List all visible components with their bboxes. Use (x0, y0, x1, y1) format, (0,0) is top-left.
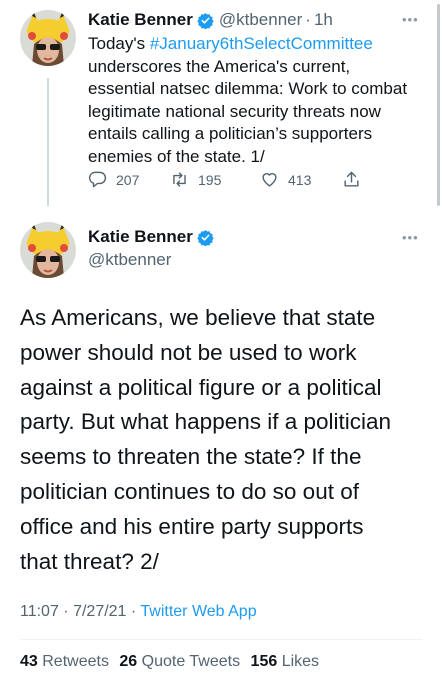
tweet1-actions: 207 195 413 (88, 170, 378, 192)
tweet-line: underscores the America's current, (88, 56, 351, 76)
tweet-line: power should not be used to work (20, 339, 357, 365)
tweet-line: As Americans, we believe that state (20, 305, 376, 330)
avatar[interactable] (20, 222, 76, 278)
avatar-image (20, 222, 76, 278)
reply-icon (88, 171, 107, 188)
tweet-time[interactable]: 1h (314, 10, 333, 30)
likes-label: Likes (281, 653, 320, 670)
author-name[interactable]: Katie Benner (88, 10, 193, 30)
share-button[interactable] (342, 170, 370, 189)
likes-count: 156 (250, 653, 278, 670)
tweet-line: against a political figure or a politica… (20, 374, 382, 400)
avatar[interactable] (20, 10, 76, 66)
author-handle[interactable]: @ktbenner (88, 250, 171, 270)
more-options-icon[interactable]: ••• (402, 12, 419, 27)
quotes-count: 26 (119, 653, 138, 670)
author-name[interactable]: Katie Benner (88, 227, 193, 247)
verified-badge-icon (197, 229, 214, 246)
more-options-icon[interactable]: ••• (402, 230, 419, 245)
retweets-count: 43 (20, 653, 38, 670)
avatar-image (20, 10, 76, 66)
reply-count: 207 (116, 171, 140, 188)
author-handle[interactable]: @ktbenner (219, 10, 302, 30)
tweet-line: Today's #January6thSelectCommittee (88, 34, 373, 53)
scrollbar[interactable] (437, 4, 440, 206)
like-icon (262, 173, 277, 187)
reply-button[interactable]: 207 (88, 170, 139, 189)
retweet-icon (173, 172, 186, 187)
timestamp[interactable]: 11:07 · 7/27/21 · (20, 603, 140, 620)
tweet-line: office and his entire party supports (20, 513, 364, 539)
retweets-stat[interactable]: 43 Retweets (20, 653, 109, 670)
divider (20, 639, 422, 640)
tweet-line: enemies of the state. 1/ (88, 146, 265, 166)
tweet2-text: As Americans, we believe that state powe… (20, 301, 430, 579)
verified-badge-icon (197, 12, 214, 29)
thread-connector-line (47, 78, 49, 206)
retweets-label: Retweets (42, 653, 109, 670)
source-app-link[interactable]: Twitter Web App (140, 603, 256, 620)
separator: · (305, 10, 311, 29)
tweet-line: legitimate national security threats now (88, 101, 381, 121)
tweet-line: seems to threaten the state? If the (20, 444, 362, 470)
share-icon (344, 171, 359, 187)
tweet-line: entails calling a politician’s supporter… (88, 124, 373, 143)
tweet1-text: Today's #January6thSelectCommittee under… (88, 33, 428, 168)
quote-tweets-stat[interactable]: 26 Quote Tweets (119, 653, 240, 670)
likes-stat[interactable]: 156 Likes (251, 653, 320, 670)
tweet-metadata: 11:07 · 7/27/21 · Twitter Web App (20, 603, 257, 621)
tweet-line: politician continues to do so out of (20, 478, 359, 504)
retweet-count: 195 (198, 171, 222, 188)
tweet-line: party. But what happens if a politician (20, 409, 392, 435)
tweet-line: essential natsec dilemma: Work to combat (88, 79, 408, 98)
retweet-button[interactable]: 195 (170, 170, 221, 189)
tweet-line: that threat? 2/ (20, 548, 159, 574)
tweet1-header: Katie Benner @ktbenner · 1h (88, 10, 333, 30)
like-count: 413 (288, 171, 312, 188)
like-button[interactable]: 413 (260, 170, 311, 189)
hashtag-link[interactable]: #January6thSelectCommittee (150, 34, 373, 53)
engagement-stats: 43 Retweets 26 Quote Tweets 156 Likes (20, 653, 319, 671)
quotes-label: Quote Tweets (141, 653, 241, 670)
tweet2-header: Katie Benner (88, 227, 214, 247)
